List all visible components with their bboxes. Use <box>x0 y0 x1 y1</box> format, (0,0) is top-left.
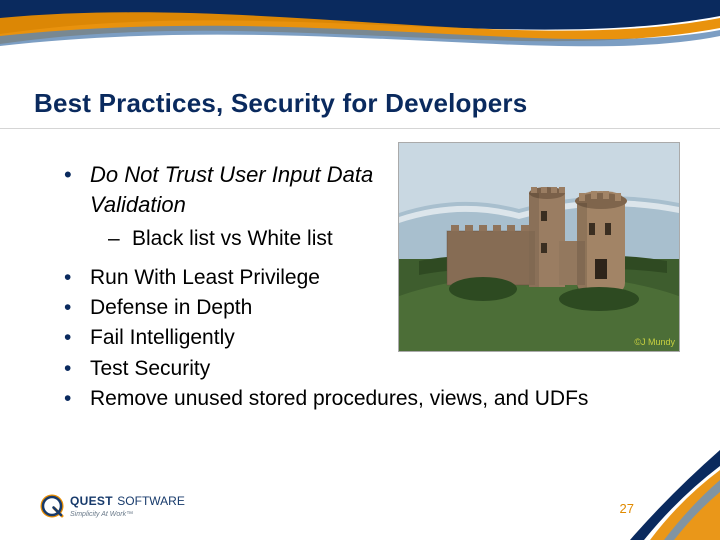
logo-text: QUEST SOFTWARE Simplicity At Work™ <box>70 493 185 518</box>
title-divider <box>0 128 720 129</box>
bullet-dot-icon: • <box>64 385 90 413</box>
corner-swoosh-deco <box>630 450 720 540</box>
dash-icon: – <box>108 225 132 253</box>
slide-title: Best Practices, Security for Developers <box>34 88 527 119</box>
bullet-item-text: Fail Intelligently <box>90 324 235 352</box>
bullet-item-text: Remove unused stored procedures, views, … <box>90 385 588 413</box>
image-caption: ©J Mundy <box>634 337 675 347</box>
page-number: 27 <box>620 501 634 516</box>
castle-illustration <box>399 143 679 351</box>
bullet-dot-icon: • <box>64 264 90 292</box>
bullet-item-text: Test Security <box>90 355 210 383</box>
header-swoosh-deco <box>0 0 720 68</box>
bullet-item-text: Run With Least Privilege <box>90 264 320 292</box>
bullet-main-text: Do Not Trust User Input Data Validation <box>90 160 400 219</box>
content-image: ©J Mundy <box>398 142 680 352</box>
vendor-logo: QUEST SOFTWARE Simplicity At Work™ <box>40 493 185 518</box>
slide: Best Practices, Security for Developers … <box>0 0 720 540</box>
bullet-sub-text: Black list vs White list <box>132 225 333 253</box>
logo-tagline: Simplicity At Work™ <box>70 511 185 518</box>
bullet-item: • Remove unused stored procedures, views… <box>64 385 656 413</box>
bullet-dot-icon: • <box>64 324 90 352</box>
bullet-dot-icon: • <box>64 355 90 383</box>
bullet-dot-icon: • <box>64 160 90 190</box>
bullet-dot-icon: • <box>64 294 90 322</box>
bullet-item: • Test Security <box>64 355 656 383</box>
bullet-item-text: Defense in Depth <box>90 294 252 322</box>
logo-line1b: SOFTWARE <box>117 494 185 508</box>
logo-mark-icon <box>40 494 64 518</box>
logo-line1a: QUEST <box>70 494 113 508</box>
